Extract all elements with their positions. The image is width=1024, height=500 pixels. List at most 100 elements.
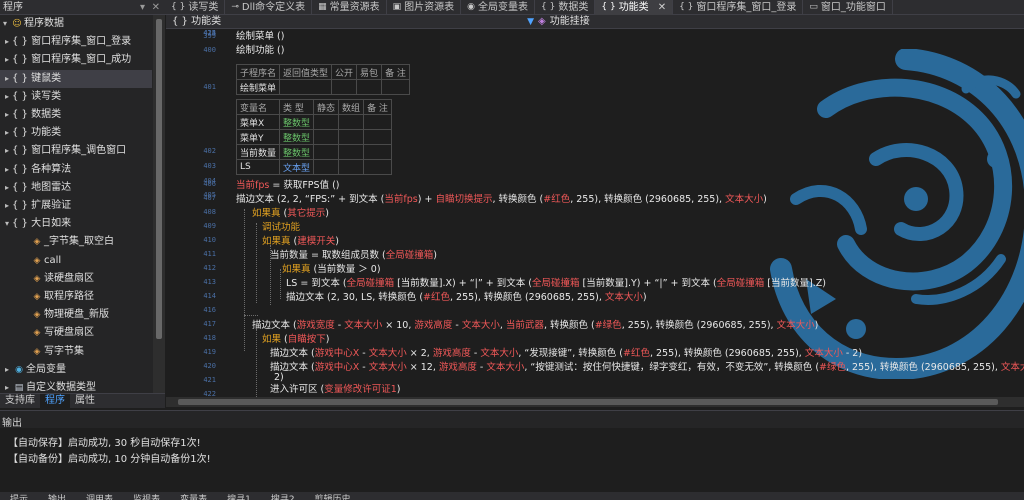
table-cell[interactable]: LS — [235, 159, 281, 175]
editor-scrollbar-thumb[interactable] — [178, 399, 998, 405]
expand-arrow-icon[interactable]: ▸ — [2, 197, 12, 215]
table-cell[interactable] — [363, 129, 392, 145]
table-cell[interactable]: 菜单Y — [235, 129, 281, 145]
tree-item[interactable]: ◈ 物理硬盘_新版 — [0, 306, 152, 324]
method-select[interactable]: ◈ 功能挂接 — [538, 15, 938, 29]
table-cell[interactable]: 绘制菜单 — [235, 79, 281, 95]
bottom-tab[interactable]: 监视表 — [123, 493, 170, 500]
tree-item[interactable]: ▸{ } 数据类 — [0, 106, 152, 124]
tree-item[interactable]: ◈ _字节集_取空白 — [0, 233, 152, 251]
document-tab[interactable]: ◉ 全局变量表 — [461, 0, 536, 15]
code-line[interactable]: 描边文本 (游戏中心X - 文本大小 × 2, 游戏高度 - 文本大小, “发现… — [270, 347, 862, 360]
expand-arrow-icon[interactable]: ▸ — [2, 88, 12, 106]
table-cell[interactable] — [356, 79, 383, 95]
expand-arrow-icon[interactable]: ▸ — [2, 379, 12, 393]
code-editor[interactable]: 399 400 401 402 403 404 405 406 407 408 409 410 411 4… — [166, 29, 1024, 397]
tree-item[interactable]: ◈ 写字节集 — [0, 343, 152, 361]
table-cell[interactable] — [363, 159, 392, 175]
code-line[interactable]: 描边文本 (2, 30, LS, 转换颜色 (#红色, 255), 转换颜色 (… — [286, 291, 647, 304]
tree-item[interactable]: ▸{ } 扩展验证 — [0, 197, 152, 215]
tree-item[interactable]: ▸{ } 读写类 — [0, 88, 152, 106]
table-cell[interactable] — [313, 114, 340, 130]
table-cell[interactable] — [313, 129, 340, 145]
expand-arrow-icon[interactable]: ▸ — [2, 33, 12, 51]
document-tab[interactable]: ⊸ Dll命令定义表 — [225, 0, 313, 15]
expand-arrow-icon[interactable]: ▸ — [2, 70, 12, 88]
tree-item[interactable]: ◈ 取程序路径 — [0, 288, 152, 306]
code-line[interactable]: 当前数量 = 取数组成员数 (全局碰撞箱) — [270, 249, 437, 262]
class-select[interactable]: { } 功能类 ▼ — [172, 15, 534, 29]
tree-scrollbar-thumb[interactable] — [156, 19, 162, 339]
tree-item[interactable]: ◈ 写硬盘扇区 — [0, 324, 152, 342]
expand-arrow-icon[interactable]: ▸ — [2, 142, 12, 160]
document-tab[interactable]: { } 数据类 — [535, 0, 596, 15]
tree-item[interactable]: ▸{ } 键鼠类 — [0, 69, 152, 88]
table-cell[interactable] — [331, 79, 358, 95]
table-cell[interactable]: 整数型 — [279, 144, 315, 160]
tree-item[interactable]: ▸{ } 各种算法 — [0, 161, 152, 179]
document-tab[interactable]: { } 窗口程序集_窗口_登录 — [673, 0, 804, 15]
tree-item[interactable]: ▸{ } 地图雷达 — [0, 179, 152, 197]
bottom-tab[interactable]: 变量表 — [170, 493, 217, 500]
tree-item[interactable]: ▸{ } 功能类 — [0, 124, 152, 142]
close-icon[interactable]: ✕ — [152, 0, 160, 15]
table-row[interactable]: 当前数量 整数型 — [235, 144, 392, 160]
code-line[interactable]: 如果真 (其它提示) — [252, 207, 329, 220]
tree-item[interactable]: ▸{ } 窗口程序集_窗口_成功 — [0, 51, 152, 69]
expand-arrow-icon[interactable]: ▸ — [2, 106, 12, 124]
table-cell[interactable] — [338, 114, 365, 130]
table-cell[interactable] — [313, 144, 340, 160]
bottom-tab[interactable]: 搜寻2 — [261, 493, 305, 500]
tree-item[interactable]: ◈ 读硬盘扇区 — [0, 270, 152, 288]
dropdown-arrow-icon[interactable]: ▼ — [527, 15, 534, 29]
table-cell[interactable]: 文本型 — [279, 159, 315, 175]
expand-arrow-icon[interactable]: ▸ — [2, 51, 12, 69]
tree-item[interactable]: ▾ ☺ 程序数据 — [0, 15, 152, 33]
table-cell[interactable] — [363, 144, 392, 160]
chevron-down-icon[interactable]: ▾ — [140, 0, 145, 15]
code-line[interactable]: 进入许可区 (变量修改许可证1) — [270, 383, 401, 396]
code-line[interactable]: 如果 (自瞄按下) — [262, 333, 329, 346]
code-area[interactable]: 绘制菜单 () 绘制功能 () 子程序名 返回值类型 公开 易包备 注绘制菜单 变量名… — [166, 29, 1024, 397]
subroutine-table[interactable]: 子程序名 返回值类型 公开 易包备 注绘制菜单 — [235, 64, 410, 95]
table-row[interactable]: 绘制菜单 — [235, 79, 410, 95]
code-line[interactable]: 如果真 (当前数量 ＞ 0) — [282, 263, 381, 276]
document-tab[interactable]: ▣ 图片资源表 — [387, 0, 462, 15]
document-tab[interactable]: { } 读写类 — [165, 0, 226, 15]
table-row[interactable]: 菜单X 整数型 — [235, 114, 392, 130]
bottom-tab[interactable]: 剪辑历史 — [305, 493, 361, 500]
expand-arrow-icon[interactable]: ▸ — [2, 124, 12, 142]
code-line[interactable]: 当前fps = 获取FPS值 () — [236, 179, 339, 192]
code-line[interactable]: 调试功能 — [262, 221, 300, 234]
table-cell[interactable] — [313, 159, 340, 175]
tree-item[interactable]: ▾{ } 大日如来 — [0, 215, 152, 233]
table-cell[interactable] — [279, 79, 333, 95]
table-cell[interactable]: 整数型 — [279, 114, 315, 130]
table-cell[interactable]: 整数型 — [279, 129, 315, 145]
tree-item[interactable]: ▸{ } 窗口程序集_调色窗口 — [0, 142, 152, 160]
bottom-tab[interactable]: 提示 — [0, 493, 38, 500]
close-icon[interactable]: ✕ — [658, 0, 666, 15]
table-cell[interactable] — [338, 159, 365, 175]
table-cell[interactable]: 当前数量 — [235, 144, 281, 160]
left-panel-tab[interactable]: 支持库 — [0, 394, 40, 408]
expand-arrow-icon[interactable]: ▸ — [2, 361, 12, 379]
code-line[interactable]: LS = 到文本 (全局碰撞箱 [当前数量].X) + “|” + 到文本 (全… — [286, 277, 826, 290]
bottom-tab[interactable]: 调用表 — [76, 493, 123, 500]
code-line[interactable]: 绘制菜单 () — [236, 30, 284, 43]
table-cell[interactable] — [381, 79, 410, 95]
left-panel-tab[interactable]: 程序 — [40, 394, 70, 408]
document-tab[interactable]: ▭ 窗口_功能窗口 — [803, 0, 893, 15]
table-cell[interactable] — [338, 129, 365, 145]
expand-arrow-icon[interactable]: ▸ — [2, 179, 12, 197]
expand-arrow-icon[interactable]: ▾ — [0, 15, 10, 33]
tree-item[interactable]: ▸{ } 窗口程序集_窗口_登录 — [0, 33, 152, 51]
tree-item[interactable]: ▸ ▤ 自定义数据类型 — [0, 379, 152, 393]
expand-arrow-icon[interactable]: ▾ — [2, 215, 12, 233]
code-line[interactable]: 描边文本 (游戏宽度 - 文本大小 × 10, 游戏高度 - 文本大小, 当前武… — [252, 319, 818, 332]
expand-arrow-icon[interactable]: ▸ — [2, 161, 12, 179]
code-line[interactable]: 描边文本 (2, 2, “FPS:” + 到文本 (当前fps) + 自瞄切换提… — [236, 193, 767, 206]
variable-table[interactable]: 变量名类 型静态 数组备 注菜单X 整数型 菜单Y 整数型 当前数量 整数型 LS 文本型 — [235, 99, 392, 175]
tree-scrollbar[interactable] — [153, 15, 165, 393]
table-row[interactable]: 菜单Y 整数型 — [235, 129, 392, 145]
